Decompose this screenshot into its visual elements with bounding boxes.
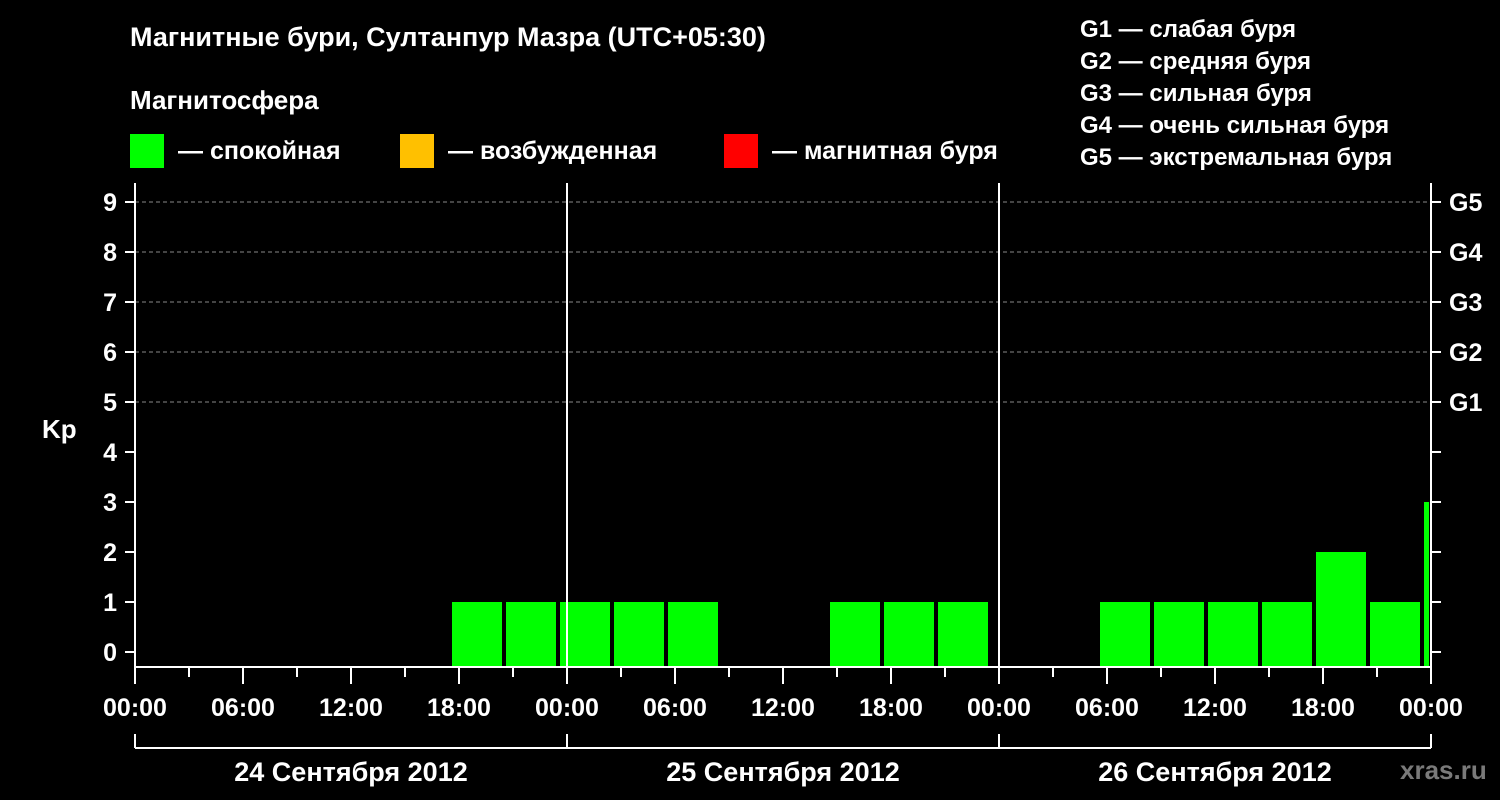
bar-10 [1208,602,1258,667]
x-tick-label-0: 00:00 [103,694,167,722]
g-level-label-g2: G2 [1449,339,1482,367]
day-label-2: 26 Сентября 2012 [1098,757,1331,787]
x-tick-label-11: 18:00 [1291,694,1355,722]
bar-7 [938,602,988,667]
x-tick-label-1: 06:00 [211,694,275,722]
bar-8 [1100,602,1150,667]
g-level-label-g4: G4 [1449,239,1482,267]
g-level-label-g1: G1 [1449,389,1482,417]
x-tick-label-9: 06:00 [1075,694,1139,722]
x-tick-label-6: 12:00 [751,694,815,722]
bar-14 [1424,502,1429,667]
bar-12 [1316,552,1366,667]
y-tick-label-5: 5 [103,389,117,417]
x-tick-label-2: 12:00 [319,694,383,722]
bar-11 [1262,602,1312,667]
bar-3 [614,602,664,667]
x-tick-label-3: 18:00 [427,694,491,722]
y-tick-label-3: 3 [103,489,117,517]
y-tick-label-1: 1 [103,589,117,617]
y-tick-label-7: 7 [103,289,117,317]
x-tick-label-12: 00:00 [1399,694,1463,722]
day-label-0: 24 Сентября 2012 [234,757,467,787]
kp-chart: 0 1 2 3 4 5 6 7 8 9 Kp G1 G2 G3 G4 G5 00:00 06:00 12:00 18:… [42,183,1482,787]
bar-0 [452,602,502,667]
bar-5 [830,602,880,667]
y-tick-label-8: 8 [103,239,117,267]
g-level-label-g3: G3 [1449,289,1482,317]
bar-13 [1370,602,1420,667]
y-tick-label-4: 4 [103,439,117,467]
y-tick-label-9: 9 [103,189,117,217]
x-tick-label-5: 06:00 [643,694,707,722]
g-level-label-g5: G5 [1449,189,1482,217]
bar-6 [884,602,934,667]
y-tick-label-6: 6 [103,339,117,367]
y-axis-label: Kp [42,414,77,444]
bar-1 [506,602,556,667]
site-credit: xras.ru [1400,755,1487,785]
x-tick-label-4: 00:00 [535,694,599,722]
x-tick-label-7: 18:00 [859,694,923,722]
bar-4 [668,602,718,667]
x-tick-label-8: 00:00 [967,694,1031,722]
y-tick-label-0: 0 [103,639,117,667]
day-label-1: 25 Сентября 2012 [666,757,899,787]
x-tick-label-10: 12:00 [1183,694,1247,722]
y-tick-label-2: 2 [103,539,117,567]
bar-9 [1154,602,1204,667]
